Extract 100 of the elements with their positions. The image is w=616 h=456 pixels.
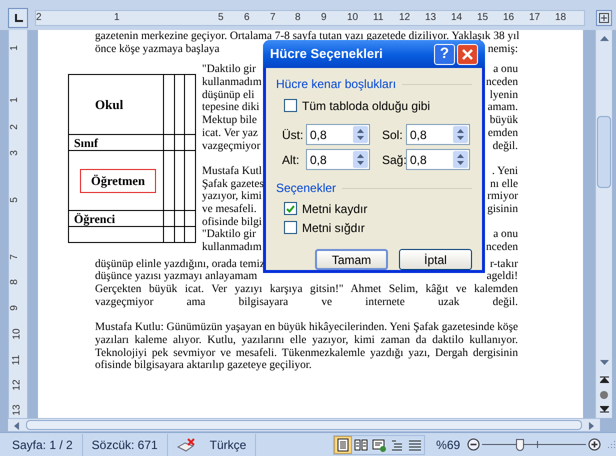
dialog-button[interactable]: Tamam — [315, 249, 388, 270]
text-line: Teknolojiyi pek sevmiyor ve mesafeli. Tükenmezkalemle yazdığı yazı, Dergah dergisinin — [95, 346, 518, 360]
browse-object-icon[interactable] — [599, 390, 609, 400]
spinner-icon[interactable] — [453, 126, 468, 143]
text-line: nceden — [486, 241, 518, 254]
ruler-number: 2 — [8, 124, 21, 130]
zoom-in-icon[interactable] — [588, 438, 601, 451]
checkbox-label: Tüm tabloda olduğu gibi — [302, 98, 430, 114]
ruler-number: 18 — [555, 11, 566, 25]
ruler-number: 8 — [295, 11, 301, 25]
spelling-check-icon[interactable] — [176, 438, 195, 452]
field-label: Sol: — [382, 126, 404, 144]
tab-stop-icon — [14, 14, 22, 22]
slider-thumb[interactable] — [516, 438, 524, 450]
ruler-number: 8 — [8, 279, 21, 285]
resize-grip-icon[interactable] — [606, 440, 616, 449]
vertical-scrollbar[interactable] — [595, 30, 612, 418]
number-field[interactable]: 0,8 — [306, 149, 370, 170]
field-label: Sağ: — [382, 152, 406, 168]
spinner-icon[interactable] — [453, 151, 468, 168]
spinner-icon[interactable] — [353, 151, 368, 168]
tab-selector-button[interactable] — [8, 8, 28, 28]
view-ruler-button[interactable] — [596, 10, 612, 26]
previous-page-icon[interactable] — [600, 376, 609, 383]
checkbox[interactable] — [284, 202, 297, 215]
ruler-number: 17 — [529, 11, 540, 25]
page-count: Sayfa: 1 / 2 — [12, 436, 73, 454]
ruler-number: 12 — [399, 11, 410, 25]
horizontal-scrollbar[interactable] — [8, 418, 600, 432]
ruler-number: 15 — [477, 11, 488, 25]
web-view-icon — [371, 436, 388, 452]
check-icon — [286, 204, 295, 212]
text-line: tepesine diki — [202, 101, 260, 114]
scroll-down-icon[interactable] — [600, 360, 609, 365]
text-line: r-takır — [490, 258, 518, 270]
number-field[interactable]: 0,8 — [406, 149, 470, 170]
scrollbar-thumb[interactable] — [597, 116, 611, 188]
table-cell-text: Okul — [95, 96, 124, 112]
text-line: ageldi! — [486, 270, 518, 284]
reading-view-icon — [353, 436, 370, 452]
field-label: Alt: — [282, 152, 300, 168]
ruler-number: 9 — [8, 305, 21, 311]
framed-text: Öğretmen — [80, 168, 156, 193]
checkbox-label: Metni kaydır — [302, 200, 368, 218]
text-line: büyük — [490, 114, 518, 127]
ruler-number: 11 — [11, 354, 24, 366]
ruler-number: 5 — [218, 11, 224, 25]
scroll-up-icon[interactable] — [600, 36, 609, 41]
text-line: ofisinde bilgisayara aktarılıp gazeteye geçiliyor. — [95, 359, 312, 372]
text-line: değil. — [492, 140, 518, 152]
checkbox[interactable] — [284, 99, 297, 112]
dialog-button[interactable]: İptal — [399, 249, 472, 270]
checkbox[interactable] — [284, 221, 297, 234]
section-heading: Hücre kenar boşlukları — [276, 76, 396, 93]
zoom-slider[interactable] — [482, 438, 586, 452]
ruler-icon — [599, 13, 609, 23]
ruler-number: 6 — [244, 11, 250, 25]
text-line: a onu — [493, 63, 518, 76]
text-line: . Yeni — [492, 164, 518, 178]
word-count: Sözcük: 671 — [92, 436, 158, 454]
close-button[interactable] — [457, 44, 478, 64]
text-line: Mustafa Kutlu: Günümüzün yaşayan en büyük hikâyecilerinden. Yeni Şafak gazetesinde köşe — [95, 321, 518, 334]
scrollbar-thumb[interactable] — [26, 420, 582, 430]
table-cell-text: Sınıf — [74, 136, 98, 150]
text-line: "Daktilo gir — [202, 63, 256, 76]
ruler-number: 2 — [36, 11, 42, 25]
next-page-icon[interactable] — [600, 406, 609, 413]
text-line: düşünüp eli — [202, 88, 254, 102]
ruler-number: 10 — [347, 11, 358, 25]
scroll-right-icon[interactable] — [589, 422, 594, 430]
text-line: emden — [488, 126, 518, 140]
zoom-level[interactable]: %69 — [436, 436, 460, 454]
help-button[interactable]: ? — [434, 44, 455, 64]
close-icon — [462, 48, 473, 60]
section-heading: Seçenekler — [276, 180, 336, 197]
text-line: ve mesafeli. — [202, 202, 257, 216]
text-line: vazgeçmiyor ama bilgisayara ve internete uzak değil. — [95, 296, 518, 308]
ruler-number: 7 — [8, 254, 21, 260]
number-field[interactable]: 0,8 — [306, 124, 370, 145]
text-line: icat. Ver yaz — [202, 126, 258, 140]
view-button[interactable] — [334, 436, 352, 454]
ruler-number: 1 — [114, 11, 120, 25]
scroll-left-icon[interactable] — [14, 422, 19, 430]
text-line: amam. — [488, 101, 518, 114]
table-cell-text: Öğrenci — [74, 212, 116, 226]
spinner-icon[interactable] — [353, 126, 368, 143]
ruler-number: 16 — [503, 11, 514, 25]
text-line: düşünüp elinle yazdığını, orada temiz — [95, 258, 265, 270]
ruler-number: 13 — [12, 404, 24, 416]
ruler-number: 3 — [8, 150, 21, 156]
number-field[interactable]: 0,8 — [406, 124, 470, 145]
ruler-number: 9 — [321, 11, 327, 25]
text-line: kullanmadım — [202, 76, 262, 89]
zoom-out-icon[interactable] — [467, 438, 480, 451]
text-line: rmiyor — [487, 190, 518, 203]
language-label[interactable]: Türkçe — [210, 436, 246, 454]
text-line: kullanmadım — [202, 241, 262, 254]
ruler-number: 7 — [270, 11, 276, 25]
ruler-number: 1 — [8, 97, 21, 103]
text-line: Gerçekten büyük icat. Ver yazıyı karşıya gitsin!" Ahmet Selim, kâğıt ve kalemden — [95, 283, 518, 296]
